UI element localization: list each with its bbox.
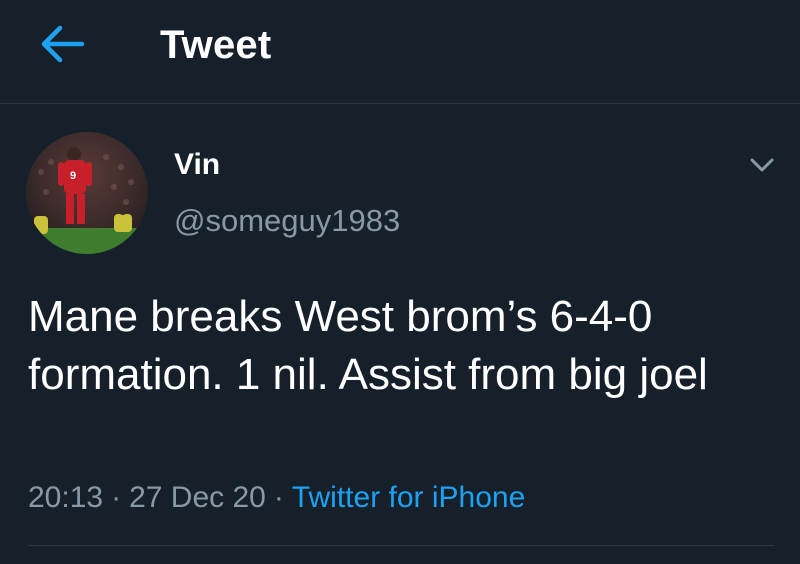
tweet-meta: 20:13 · 27 Dec 20 · Twitter for iPhone: [28, 478, 525, 518]
tweet-detail-screen: Tweet 9 Vin @someguy1983 Mane breaks Wes…: [0, 0, 800, 564]
meta-separator: ·: [111, 481, 122, 514]
header-bar: Tweet: [0, 0, 800, 104]
avatar-image: 9: [26, 132, 148, 254]
page-title: Tweet: [160, 23, 272, 67]
tweet-text: Mane breaks West brom’s 6-4-0 formation.…: [28, 292, 708, 399]
svg-text:9: 9: [70, 170, 76, 182]
divider: [28, 545, 774, 546]
tweet-source-link[interactable]: Twitter for iPhone: [292, 481, 525, 514]
tweet-time: 20:13: [28, 481, 104, 514]
more-options-button[interactable]: [744, 150, 780, 180]
tweet-date: 27 Dec 20: [129, 481, 266, 514]
meta-separator: ·: [273, 481, 284, 514]
author-handle[interactable]: @someguy1983: [174, 202, 400, 240]
chevron-down-icon: [750, 158, 774, 172]
arrow-left-icon: [41, 25, 85, 63]
back-button[interactable]: [36, 22, 88, 66]
avatar[interactable]: 9: [26, 132, 148, 254]
author-name[interactable]: Vin: [174, 147, 220, 183]
